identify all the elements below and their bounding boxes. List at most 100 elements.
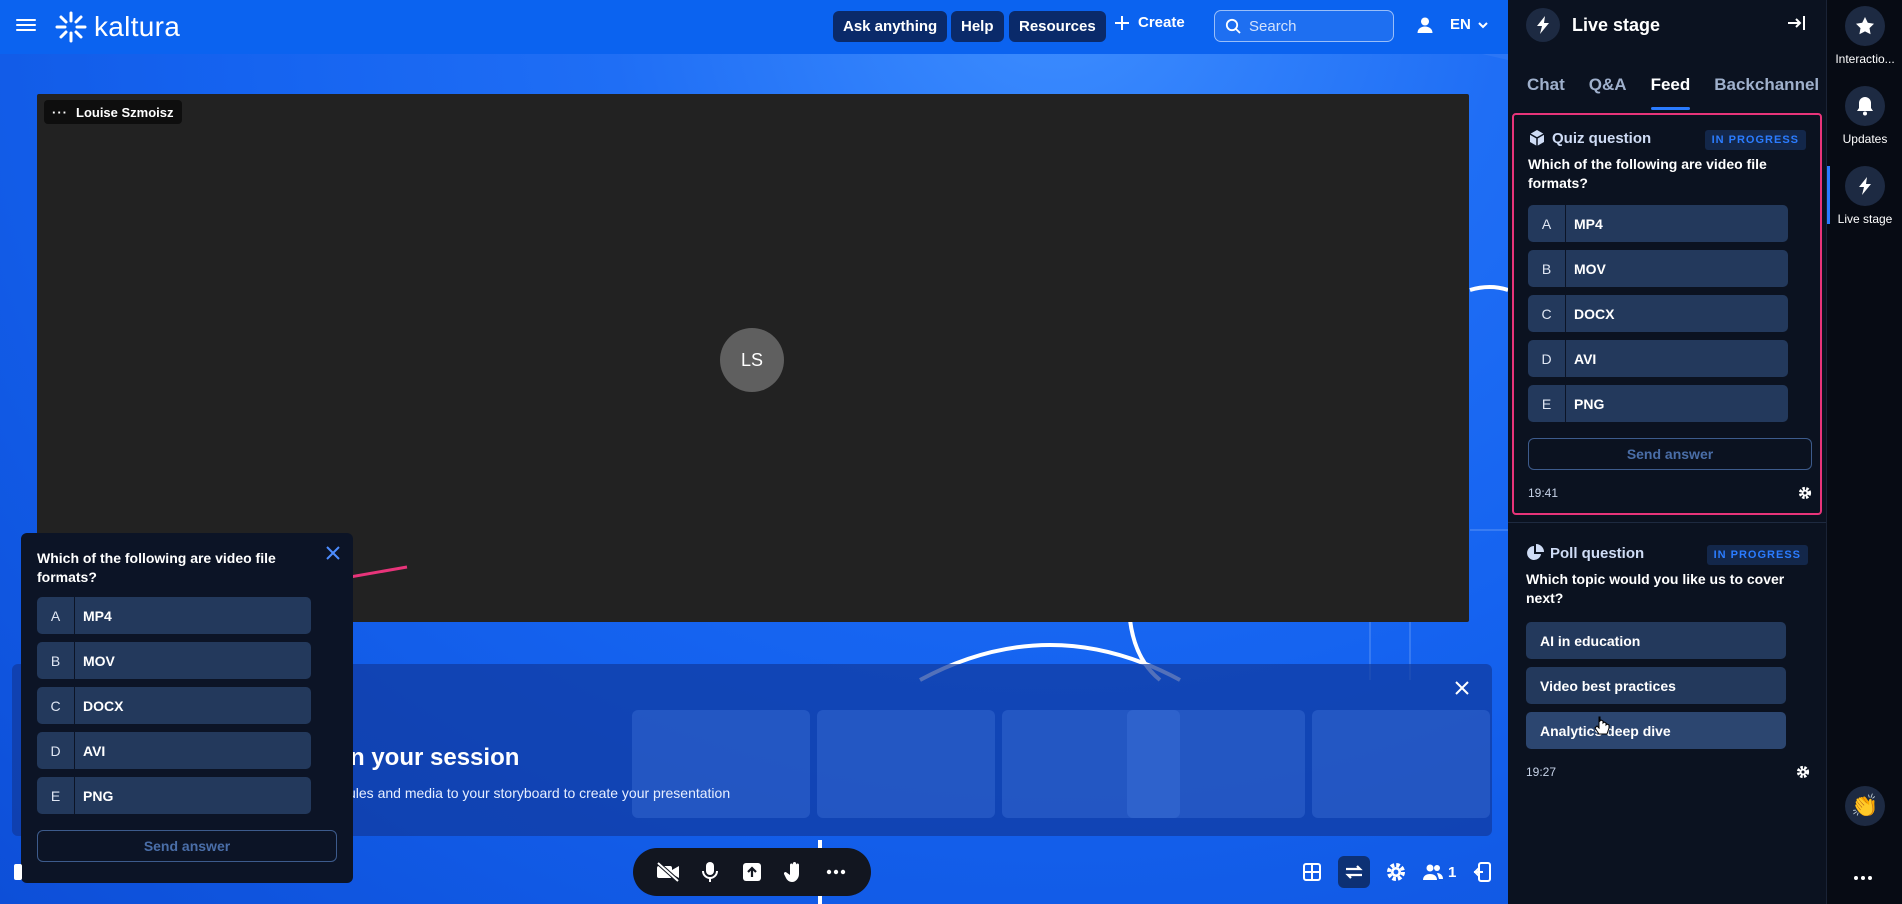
language-selector[interactable]: EN <box>1450 16 1489 33</box>
user-icon[interactable] <box>1416 16 1434 39</box>
quiz-option-a[interactable]: A MP4 <box>37 597 311 634</box>
quiz-card-question: Which of the following are video file fo… <box>1528 156 1767 191</box>
participants-count: 1 <box>1448 863 1457 881</box>
right-rail: Interactio... Updates Live stage 👏 <box>1826 0 1902 904</box>
floating-quiz-panel: Which of the following are video file fo… <box>21 533 353 883</box>
rail-label: Live stage <box>1837 212 1893 226</box>
tab-feed[interactable]: Feed <box>1650 66 1690 110</box>
gear-icon[interactable] <box>1796 765 1810 779</box>
ask-anything-button[interactable]: Ask anything <box>833 11 948 42</box>
quiz-card-option-a[interactable]: A MP4 <box>1528 205 1788 242</box>
resources-button[interactable]: Resources <box>1009 11 1106 42</box>
banner-thumbnail <box>632 710 810 818</box>
banner-subtitle: ules and media to your storyboard to cre… <box>348 785 731 801</box>
quiz-card-type: Quiz question <box>1552 129 1652 147</box>
bolt-icon <box>1845 166 1885 206</box>
panel-header: Live stage <box>1526 8 1660 42</box>
bottom-left-icon[interactable] <box>14 864 22 880</box>
option-letter: A <box>1528 205 1566 242</box>
camera-off-icon[interactable] <box>654 858 682 886</box>
quiz-option-e[interactable]: E PNG <box>37 777 311 814</box>
quiz-card-option-c[interactable]: C DOCX <box>1528 295 1788 332</box>
star-icon <box>1845 6 1885 46</box>
clapping-hands-icon[interactable]: 👏 <box>1845 786 1885 826</box>
create-button[interactable]: Create <box>1114 14 1185 31</box>
panel-title: Live stage <box>1572 14 1661 35</box>
option-letter: C <box>1528 295 1566 332</box>
poll-option[interactable]: Analytics deep dive <box>1526 712 1786 749</box>
leave-icon[interactable] <box>1466 856 1498 888</box>
option-label: MP4 <box>83 607 112 624</box>
pie-chart-icon <box>1527 544 1544 560</box>
option-label: DOCX <box>1574 305 1615 322</box>
media-controls <box>633 848 871 896</box>
menu-icon[interactable] <box>16 16 36 36</box>
raise-hand-icon[interactable] <box>780 858 808 886</box>
quiz-card-option-e[interactable]: E PNG <box>1528 385 1788 422</box>
microphone-icon[interactable] <box>696 858 724 886</box>
search-box[interactable] <box>1214 10 1394 42</box>
quiz-option-c[interactable]: C DOCX <box>37 687 311 724</box>
quiz-card-option-d[interactable]: D AVI <box>1528 340 1788 377</box>
participant-avatar: LS <box>720 328 784 392</box>
option-label: MP4 <box>1574 215 1603 232</box>
settings-gear-icon[interactable] <box>1380 856 1412 888</box>
kaltura-logo[interactable]: kaltura <box>54 10 180 44</box>
bolt-icon <box>1526 8 1560 42</box>
more-icon[interactable] <box>1853 868 1873 886</box>
create-label: Create <box>1138 14 1185 31</box>
rail-live-stage[interactable]: Live stage <box>1827 166 1902 226</box>
quiz-question: Which of the following are video file fo… <box>37 550 276 585</box>
quiz-card-send-button[interactable]: Send answer <box>1528 438 1812 470</box>
collapse-panel-icon[interactable] <box>1786 14 1806 37</box>
rail-label: Updates <box>1842 132 1888 146</box>
option-letter: E <box>1528 385 1566 422</box>
rail-interactions[interactable]: Interactio... <box>1827 6 1902 66</box>
option-label: DOCX <box>83 697 124 714</box>
banner-close-icon[interactable] <box>1454 680 1470 701</box>
more-dots-icon: ··· <box>52 104 68 120</box>
cube-icon <box>1529 130 1545 146</box>
participants-button[interactable]: 1 <box>1422 856 1456 888</box>
help-button[interactable]: Help <box>951 11 1004 42</box>
tab-qa[interactable]: Q&A <box>1589 66 1627 110</box>
panel-tabs: Chat Q&A Feed Backchannel <box>1508 66 1826 110</box>
participants-icon <box>1423 864 1443 880</box>
switch-view-icon[interactable] <box>1338 856 1370 888</box>
close-icon[interactable] <box>325 545 341 566</box>
card-divider <box>1508 522 1826 523</box>
poll-option[interactable]: AI in education <box>1526 622 1786 659</box>
quiz-card-footer: 19:41 <box>1528 486 1812 500</box>
live-stage-panel: Live stage Chat Q&A Feed Backchannel Qui… <box>1508 0 1826 904</box>
top-bar: kaltura Ask anything Help Resources Crea… <box>0 0 1508 54</box>
rail-updates[interactable]: Updates <box>1827 86 1902 146</box>
quiz-card-option-b[interactable]: B MOV <box>1528 250 1788 287</box>
more-icon[interactable] <box>822 858 850 886</box>
gear-icon[interactable] <box>1798 486 1812 500</box>
banner-thumbnail <box>1312 710 1490 818</box>
quiz-option-b[interactable]: B MOV <box>37 642 311 679</box>
participant-name: Louise Szmoisz <box>76 104 174 120</box>
quiz-card: Quiz question IN PROGRESS Which of the f… <box>1512 113 1822 515</box>
plus-icon <box>1115 15 1129 30</box>
poll-card: Poll question IN PROGRESS Which topic wo… <box>1512 530 1822 790</box>
search-icon <box>1225 18 1241 34</box>
tab-chat[interactable]: Chat <box>1527 66 1565 110</box>
quiz-card-time: 19:41 <box>1528 486 1559 500</box>
quiz-option-d[interactable]: D AVI <box>37 732 311 769</box>
mouse-cursor-icon <box>1594 716 1610 735</box>
rail-label: Interactio... <box>1835 52 1895 66</box>
grid-layout-icon[interactable] <box>1296 856 1328 888</box>
search-input[interactable] <box>1249 17 1379 35</box>
banner-thumbnail <box>1127 710 1305 818</box>
share-screen-icon[interactable] <box>738 858 766 886</box>
send-answer-button[interactable]: Send answer <box>37 830 337 862</box>
poll-option[interactable]: Video best practices <box>1526 667 1786 704</box>
participant-name-tag[interactable]: ··· Louise Szmoisz <box>44 100 182 124</box>
option-letter: D <box>37 732 75 769</box>
bell-icon <box>1845 86 1885 126</box>
poll-card-footer: 19:27 <box>1526 765 1810 779</box>
status-badge: IN PROGRESS <box>1706 545 1808 565</box>
tab-backchannel[interactable]: Backchannel <box>1714 66 1819 110</box>
language-label: EN <box>1450 16 1471 33</box>
